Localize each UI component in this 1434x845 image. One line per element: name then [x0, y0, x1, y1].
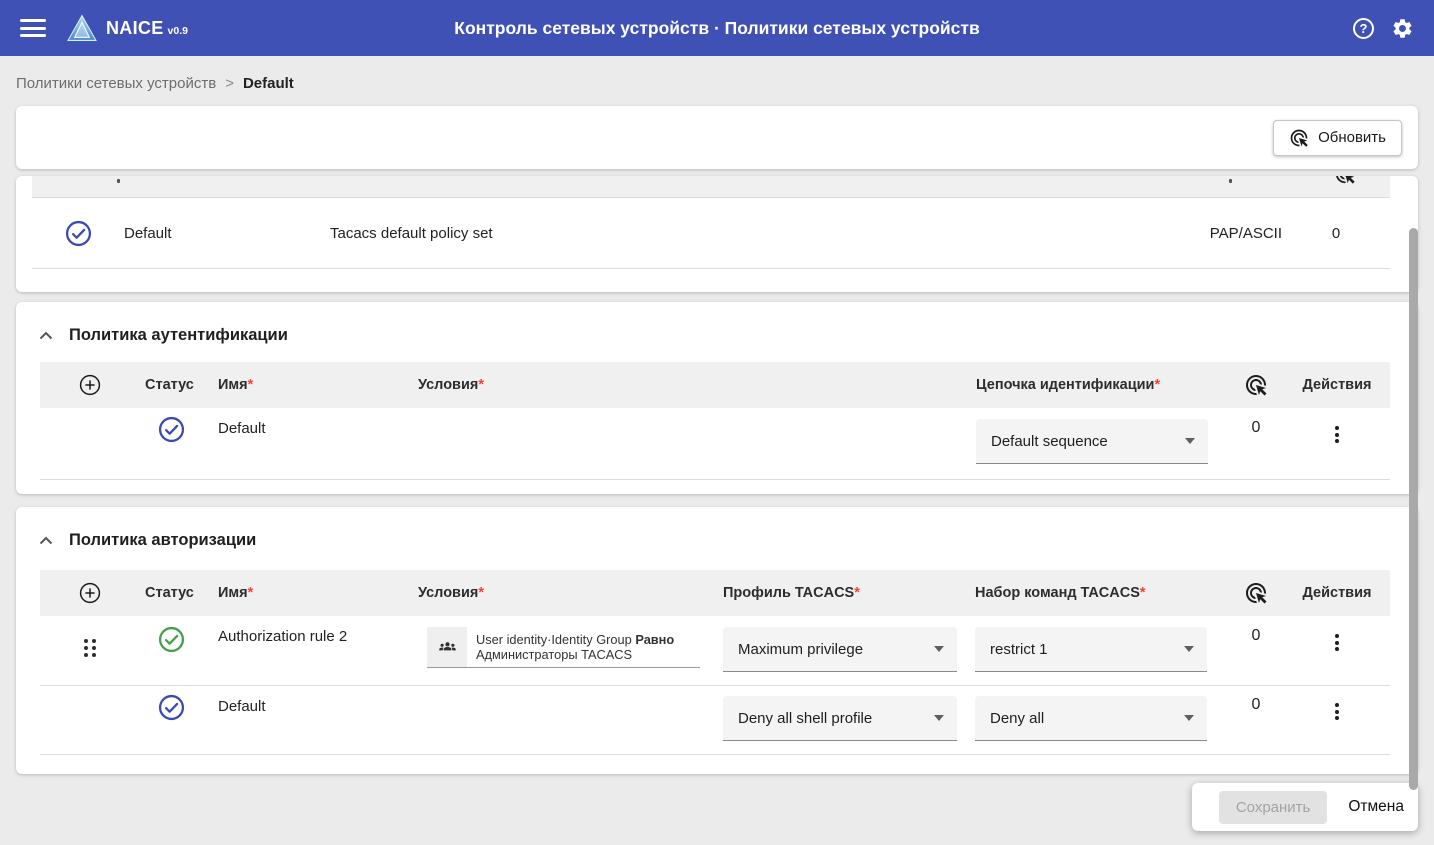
row-actions-kebab-icon[interactable] — [1331, 699, 1343, 724]
breadcrumb-separator: > — [225, 75, 234, 92]
column-tacacs-command-set: Набор команд TACACS* — [957, 585, 1208, 601]
identity-chain-select[interactable]: Default sequence — [976, 419, 1208, 464]
collapse-chevron-icon[interactable] — [39, 536, 53, 545]
rule-hits: 0 — [1208, 419, 1304, 437]
cancel-button[interactable]: Отмена — [1348, 798, 1404, 816]
policy-set-hits: 0 — [1282, 225, 1390, 242]
footer-action-panel: Сохранить Отмена — [1192, 783, 1418, 831]
column-name: Имя* — [216, 377, 418, 393]
tacacs-command-set-value: restrict 1 — [990, 641, 1048, 658]
policy-set-table-header-clipped — [32, 176, 1390, 197]
required-mark: * — [248, 585, 254, 601]
policy-set-protocols: PAP/ASCII — [1132, 225, 1282, 242]
topbar-actions: ? — [1353, 17, 1414, 40]
condition-text: User identity·Identity Group Равно Админ… — [476, 627, 674, 667]
rule-name: Default — [216, 420, 418, 437]
breadcrumb-parent-link[interactable]: Политики сетевых устройств — [16, 75, 216, 92]
hits-column-ads-click-icon — [1244, 581, 1268, 605]
rule-hits: 0 — [1208, 627, 1304, 645]
row-actions-kebab-icon[interactable] — [1331, 630, 1343, 655]
required-mark: * — [1140, 585, 1146, 601]
authentication-rule-row: Default Default sequence 0 — [40, 408, 1390, 480]
app-brand: NAICE v0.9 — [106, 18, 188, 39]
save-button[interactable]: Сохранить — [1219, 791, 1328, 824]
rule-hits: 0 — [1208, 696, 1304, 714]
tacacs-profile-value: Deny all shell profile — [738, 710, 872, 727]
authentication-table-header: Статус Имя* Условия* Цепочка идентификац… — [40, 362, 1390, 408]
page-title: Контроль сетевых устройств · Политики се… — [454, 18, 979, 39]
refresh-button-label: Обновить — [1318, 129, 1386, 146]
authorization-rule-row: Default Deny all shell profile Deny all … — [40, 686, 1390, 755]
menu-icon[interactable] — [20, 19, 46, 37]
rule-name: Default — [216, 698, 418, 715]
naice-logo-icon — [66, 14, 98, 42]
tacacs-command-set-select[interactable]: restrict 1 — [975, 627, 1207, 672]
column-conditions: Условия* — [418, 377, 952, 393]
section-title: Политика аутентификации — [69, 326, 288, 345]
condition-chip[interactable]: User identity·Identity Group Равно Админ… — [427, 627, 700, 668]
chevron-down-icon — [1185, 438, 1195, 444]
identity-chain-value: Default sequence — [991, 433, 1108, 450]
drag-handle-icon[interactable] — [81, 636, 99, 660]
required-mark: * — [478, 585, 484, 601]
tacacs-profile-value: Maximum privilege — [738, 641, 863, 658]
breadcrumb: Политики сетевых устройств > Default — [0, 56, 1434, 106]
identity-group-icon — [427, 627, 467, 667]
help-icon[interactable]: ? — [1353, 18, 1374, 39]
authorization-rule-row: Authorization rule 2 User identity·Ident… — [40, 616, 1390, 686]
tacacs-command-set-value: Deny all — [990, 710, 1044, 727]
required-mark: * — [478, 377, 484, 393]
column-actions: Действия — [1304, 585, 1390, 601]
required-mark: * — [854, 585, 860, 601]
column-status: Статус — [140, 585, 216, 601]
app-root: NAICE v0.9 Контроль сетевых устройств · … — [0, 0, 1434, 774]
authorization-table-header: Статус Имя* Условия* Профиль TACACS* Наб… — [40, 570, 1390, 616]
top-app-bar: NAICE v0.9 Контроль сетевых устройств · … — [0, 0, 1434, 56]
policy-set-name: Default — [124, 225, 330, 242]
breadcrumb-current: Default — [243, 75, 294, 92]
status-enabled-icon — [158, 416, 185, 443]
column-identity-chain: Цепочка идентификации* — [952, 377, 1208, 393]
refresh-hits-button[interactable]: Обновить — [1273, 120, 1402, 156]
column-name: Имя* — [216, 585, 418, 601]
column-conditions: Условия* — [418, 585, 701, 601]
toolbar-card: Обновить — [16, 106, 1418, 169]
status-enabled-icon — [158, 626, 185, 653]
authorization-policy-card: Политика авторизации Статус Имя* Условия… — [16, 507, 1418, 774]
column-status: Статус — [140, 377, 216, 393]
policy-set-description: Tacacs default policy set — [330, 225, 1132, 242]
chevron-down-icon — [1184, 715, 1194, 721]
column-actions: Действия — [1304, 377, 1390, 393]
status-cell — [32, 220, 124, 247]
tacacs-command-set-select[interactable]: Deny all — [975, 696, 1207, 741]
hits-column-ads-click-icon — [1244, 373, 1268, 397]
tacacs-profile-select[interactable]: Maximum privilege — [723, 627, 957, 672]
required-mark: * — [1154, 377, 1160, 393]
add-rule-icon[interactable] — [79, 374, 101, 396]
app-version: v0.9 — [168, 25, 188, 37]
status-enabled-icon — [65, 220, 92, 247]
status-enabled-icon — [158, 694, 185, 721]
tacacs-profile-select[interactable]: Deny all shell profile — [723, 696, 957, 741]
chevron-down-icon — [934, 715, 944, 721]
column-tacacs-profile: Профиль TACACS* — [701, 585, 957, 601]
section-title: Политика авторизации — [69, 531, 256, 550]
app-name: NAICE — [106, 18, 164, 39]
chevron-down-icon — [1184, 646, 1194, 652]
row-actions-kebab-icon[interactable] — [1331, 422, 1343, 447]
authentication-policy-card: Политика аутентификации Статус Имя* Усло… — [16, 302, 1418, 494]
ads-click-icon — [1334, 176, 1356, 185]
vertical-scrollbar[interactable] — [1409, 228, 1418, 790]
add-rule-icon[interactable] — [79, 582, 101, 604]
policy-set-table-card: Default Tacacs default policy set PAP/AS… — [16, 176, 1418, 292]
collapse-chevron-icon[interactable] — [39, 331, 53, 340]
rule-name: Authorization rule 2 — [216, 628, 418, 645]
policy-set-row[interactable]: Default Tacacs default policy set PAP/AS… — [32, 197, 1390, 269]
settings-gear-icon[interactable] — [1391, 17, 1414, 40]
chevron-down-icon — [934, 646, 944, 652]
required-mark: * — [248, 377, 254, 393]
ads-click-icon — [1289, 128, 1309, 148]
